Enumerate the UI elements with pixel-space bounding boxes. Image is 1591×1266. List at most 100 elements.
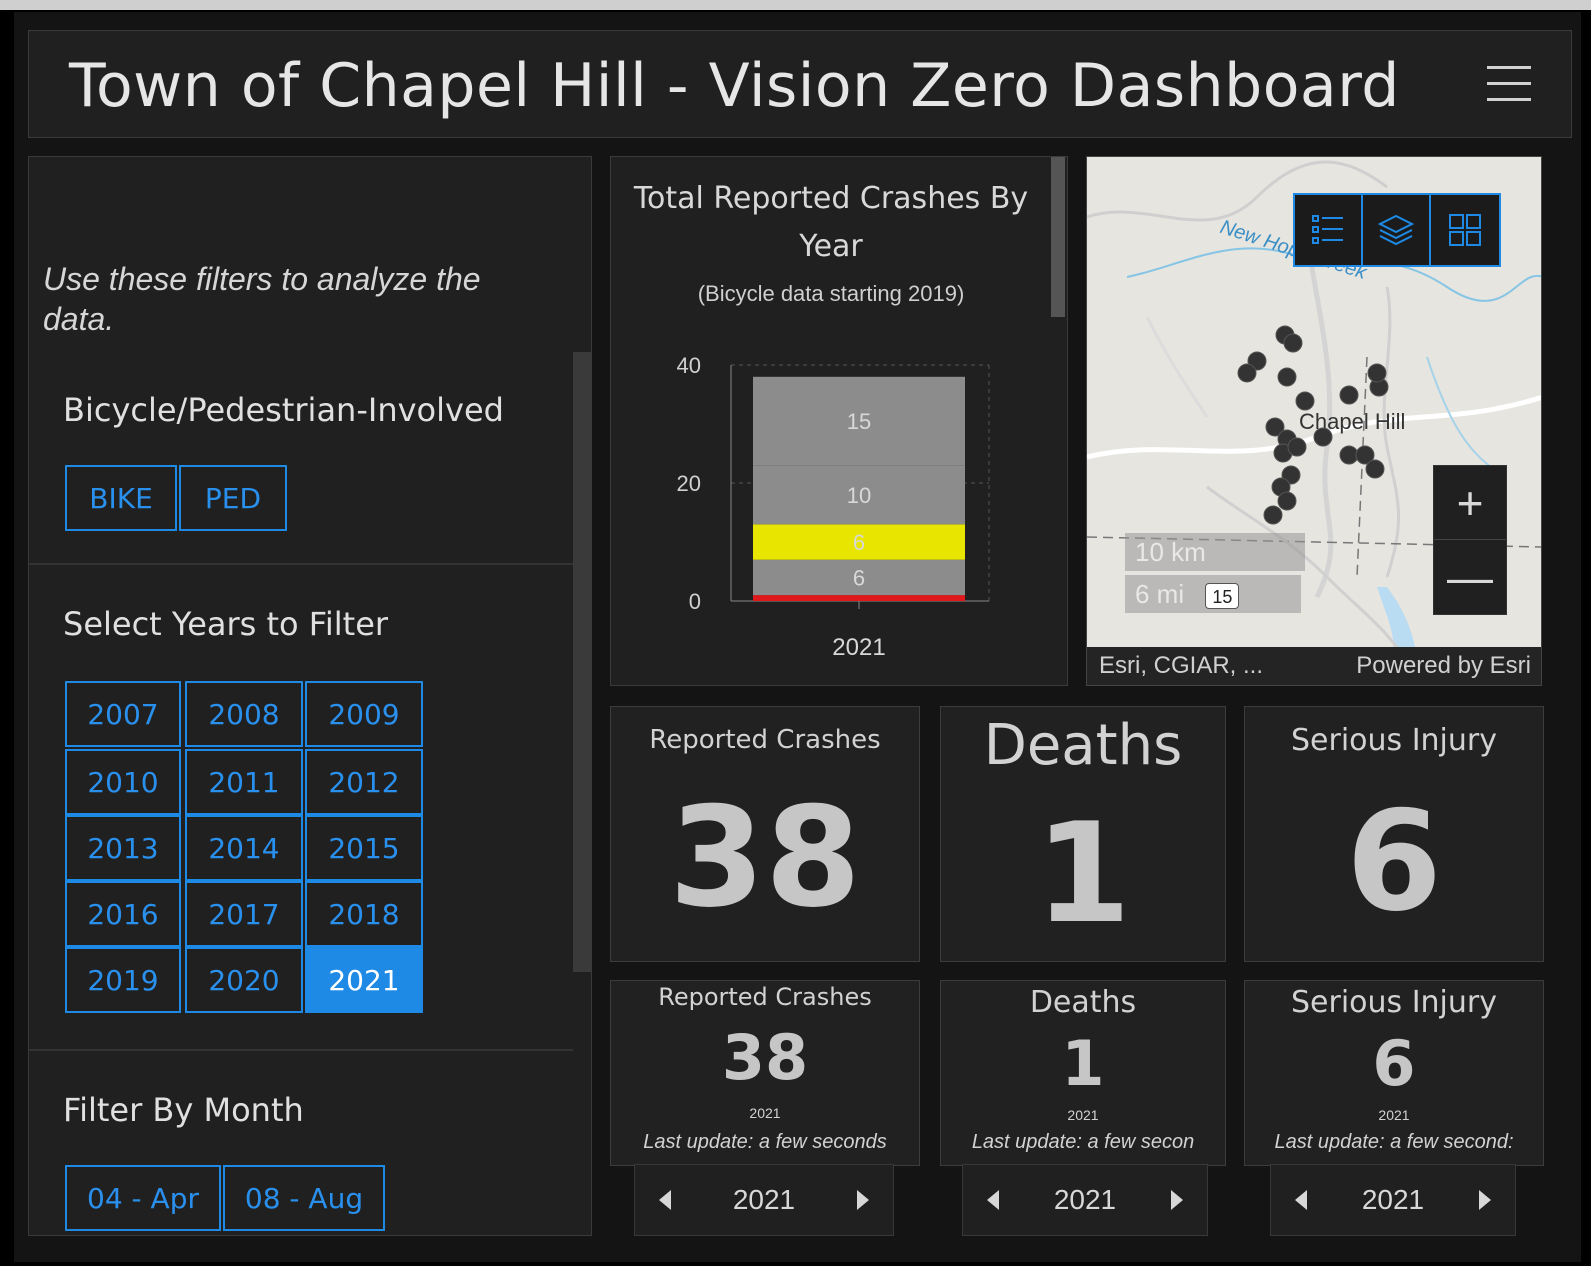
crash-point[interactable] (1287, 437, 1307, 457)
indicator-last-update: Last update: a few second: (1274, 1131, 1514, 1153)
indicator-value: 1 (1034, 793, 1132, 954)
year-filter-button[interactable]: 2021 (305, 947, 423, 1013)
indicator-label: Deaths (983, 713, 1183, 778)
top-strip (0, 0, 1591, 10)
indicator-label: Deaths (1029, 985, 1137, 1020)
year-filter-button[interactable]: 2011 (185, 749, 303, 815)
indicator-year: 2021 (749, 1105, 781, 1121)
highway-shield: 15 (1205, 583, 1240, 610)
crash-map[interactable]: New Hope Creek Chapel Hill + — 10 km 6 m… (1086, 156, 1542, 686)
year-filter-button[interactable]: 2018 (305, 881, 423, 947)
crash-point[interactable] (1367, 363, 1387, 383)
indicator-label: Reported Crashes (658, 983, 872, 1011)
filter-month-apr-button[interactable]: 04 - Apr (65, 1165, 221, 1231)
scalebar-mi-label: 6 mi (1135, 579, 1185, 609)
year-filter-button[interactable]: 2016 (65, 881, 181, 947)
indicator-value: 38 (668, 777, 862, 938)
year-filter-button[interactable]: 2017 (185, 881, 303, 947)
crash-point[interactable] (1339, 385, 1359, 405)
basemap-gallery-icon[interactable] (1431, 195, 1499, 265)
indicator-reported-crashes-year: Reported Crashes 38 2021 Last update: a … (610, 980, 920, 1166)
indicator-year: 2021 (1067, 1107, 1099, 1123)
year-filter-button[interactable]: 2012 (305, 749, 423, 815)
next-year-icon[interactable] (1170, 1190, 1183, 1210)
indicator-label: Reported Crashes (649, 725, 881, 755)
crash-point[interactable] (1313, 427, 1333, 447)
menu-icon[interactable] (1487, 64, 1531, 104)
map-attribution: Esri, CGIAR, ... Powered by Esri (1087, 647, 1541, 685)
crash-point[interactable] (1237, 363, 1257, 383)
year-filter-button[interactable]: 2013 (65, 815, 181, 881)
indicator-deaths: Deaths 1 (940, 706, 1226, 962)
bar-data-label: 15 (847, 409, 871, 434)
year-filter-button[interactable]: 2007 (65, 681, 181, 747)
crash-point[interactable] (1283, 333, 1303, 353)
crashes-bar-chart: 0 20 40 6 6 10 15 2021 (677, 353, 990, 661)
section-divider (29, 1049, 573, 1051)
header-bar: Town of Chapel Hill - Vision Zero Dashbo… (28, 30, 1572, 138)
year-filter-button[interactable]: 2010 (65, 749, 181, 815)
year-filter-button[interactable]: 2015 (305, 815, 423, 881)
indicator-serious-injury-year: Serious Injury 6 2021 Last update: a few… (1244, 980, 1544, 1166)
year-filter-button[interactable]: 2020 (185, 947, 303, 1013)
crash-point[interactable] (1365, 459, 1385, 479)
bar-data-label: 6 (853, 530, 865, 555)
year-selector: 2021 (962, 1164, 1208, 1236)
year-filter-button[interactable]: 2014 (185, 815, 303, 881)
map-toolbar (1293, 193, 1501, 267)
filter-bike-button[interactable]: BIKE (65, 465, 177, 531)
previous-year-icon[interactable] (1295, 1190, 1307, 1210)
crash-point[interactable] (1263, 505, 1283, 525)
zoom-out-button[interactable]: — (1434, 540, 1506, 614)
filter-intro-text: Use these filters to analyze the data. (43, 261, 481, 337)
crashes-by-year-chart-panel: Total Reported Crashes By Year (Bicycle … (610, 156, 1068, 686)
zoom-in-button[interactable]: + (1434, 466, 1506, 540)
indicator-value: 1 (1061, 1027, 1105, 1100)
bar-data-label: 6 (853, 565, 865, 590)
filter-ped-button[interactable]: PED (179, 465, 287, 531)
indicator-last-update: Last update: a few secon (971, 1131, 1195, 1153)
y-tick-label: 40 (677, 353, 701, 378)
year-selector-value: 2021 (732, 1184, 796, 1215)
bike-ped-title: Bicycle/Pedestrian-Involved (63, 391, 504, 429)
powered-by-esri[interactable]: Powered by Esri (1356, 647, 1531, 685)
indicator-last-update: Last update: a few seconds (643, 1131, 887, 1153)
previous-year-icon[interactable] (659, 1190, 671, 1210)
crash-point[interactable] (1339, 445, 1359, 465)
crash-point[interactable] (1277, 367, 1297, 387)
zoom-control: + — (1433, 465, 1507, 615)
indicator-value: 6 (1372, 1027, 1416, 1100)
attribution-sources[interactable]: Esri, CGIAR, ... (1099, 647, 1263, 685)
indicator-label: Serious Injury (1290, 723, 1497, 758)
indicator-label: Serious Injury (1290, 985, 1497, 1020)
year-selector: 2021 (1270, 1164, 1516, 1236)
year-filter-button[interactable]: 2009 (305, 681, 423, 747)
indicator-serious-injury: Serious Injury 6 (1244, 706, 1544, 962)
indicator-reported-crashes: Reported Crashes 38 (610, 706, 920, 962)
y-tick-label: 20 (677, 471, 701, 496)
crash-point[interactable] (1295, 391, 1315, 411)
x-tick-label: 2021 (832, 634, 885, 661)
indicator-value: 6 (1345, 781, 1443, 942)
legend-icon[interactable] (1295, 195, 1363, 265)
section-divider (29, 563, 573, 565)
bar-data-label: 10 (847, 483, 871, 508)
indicator-year: 2021 (1378, 1107, 1410, 1123)
year-filter-button[interactable]: 2008 (185, 681, 303, 747)
next-year-icon[interactable] (1478, 1190, 1491, 1210)
year-filter-button[interactable]: 2019 (65, 947, 181, 1013)
previous-year-icon[interactable] (987, 1190, 999, 1210)
indicator-value: 38 (721, 1021, 809, 1094)
layers-icon[interactable] (1363, 195, 1431, 265)
filter-sidebar: Use these filters to analyze the data. B… (28, 156, 592, 1236)
bar-segment (753, 595, 965, 601)
indicator-deaths-year: Deaths 1 2021 Last update: a few secon (940, 980, 1226, 1166)
filter-month-aug-button[interactable]: 08 - Aug (223, 1165, 385, 1231)
years-title: Select Years to Filter (63, 605, 389, 643)
year-selector: 2021 (634, 1164, 894, 1236)
crash-point[interactable] (1277, 491, 1297, 511)
sidebar-scrollbar[interactable] (573, 352, 591, 972)
next-year-icon[interactable] (856, 1190, 869, 1210)
year-selector-value: 2021 (1053, 1184, 1117, 1215)
year-selector-value: 2021 (1361, 1184, 1425, 1215)
